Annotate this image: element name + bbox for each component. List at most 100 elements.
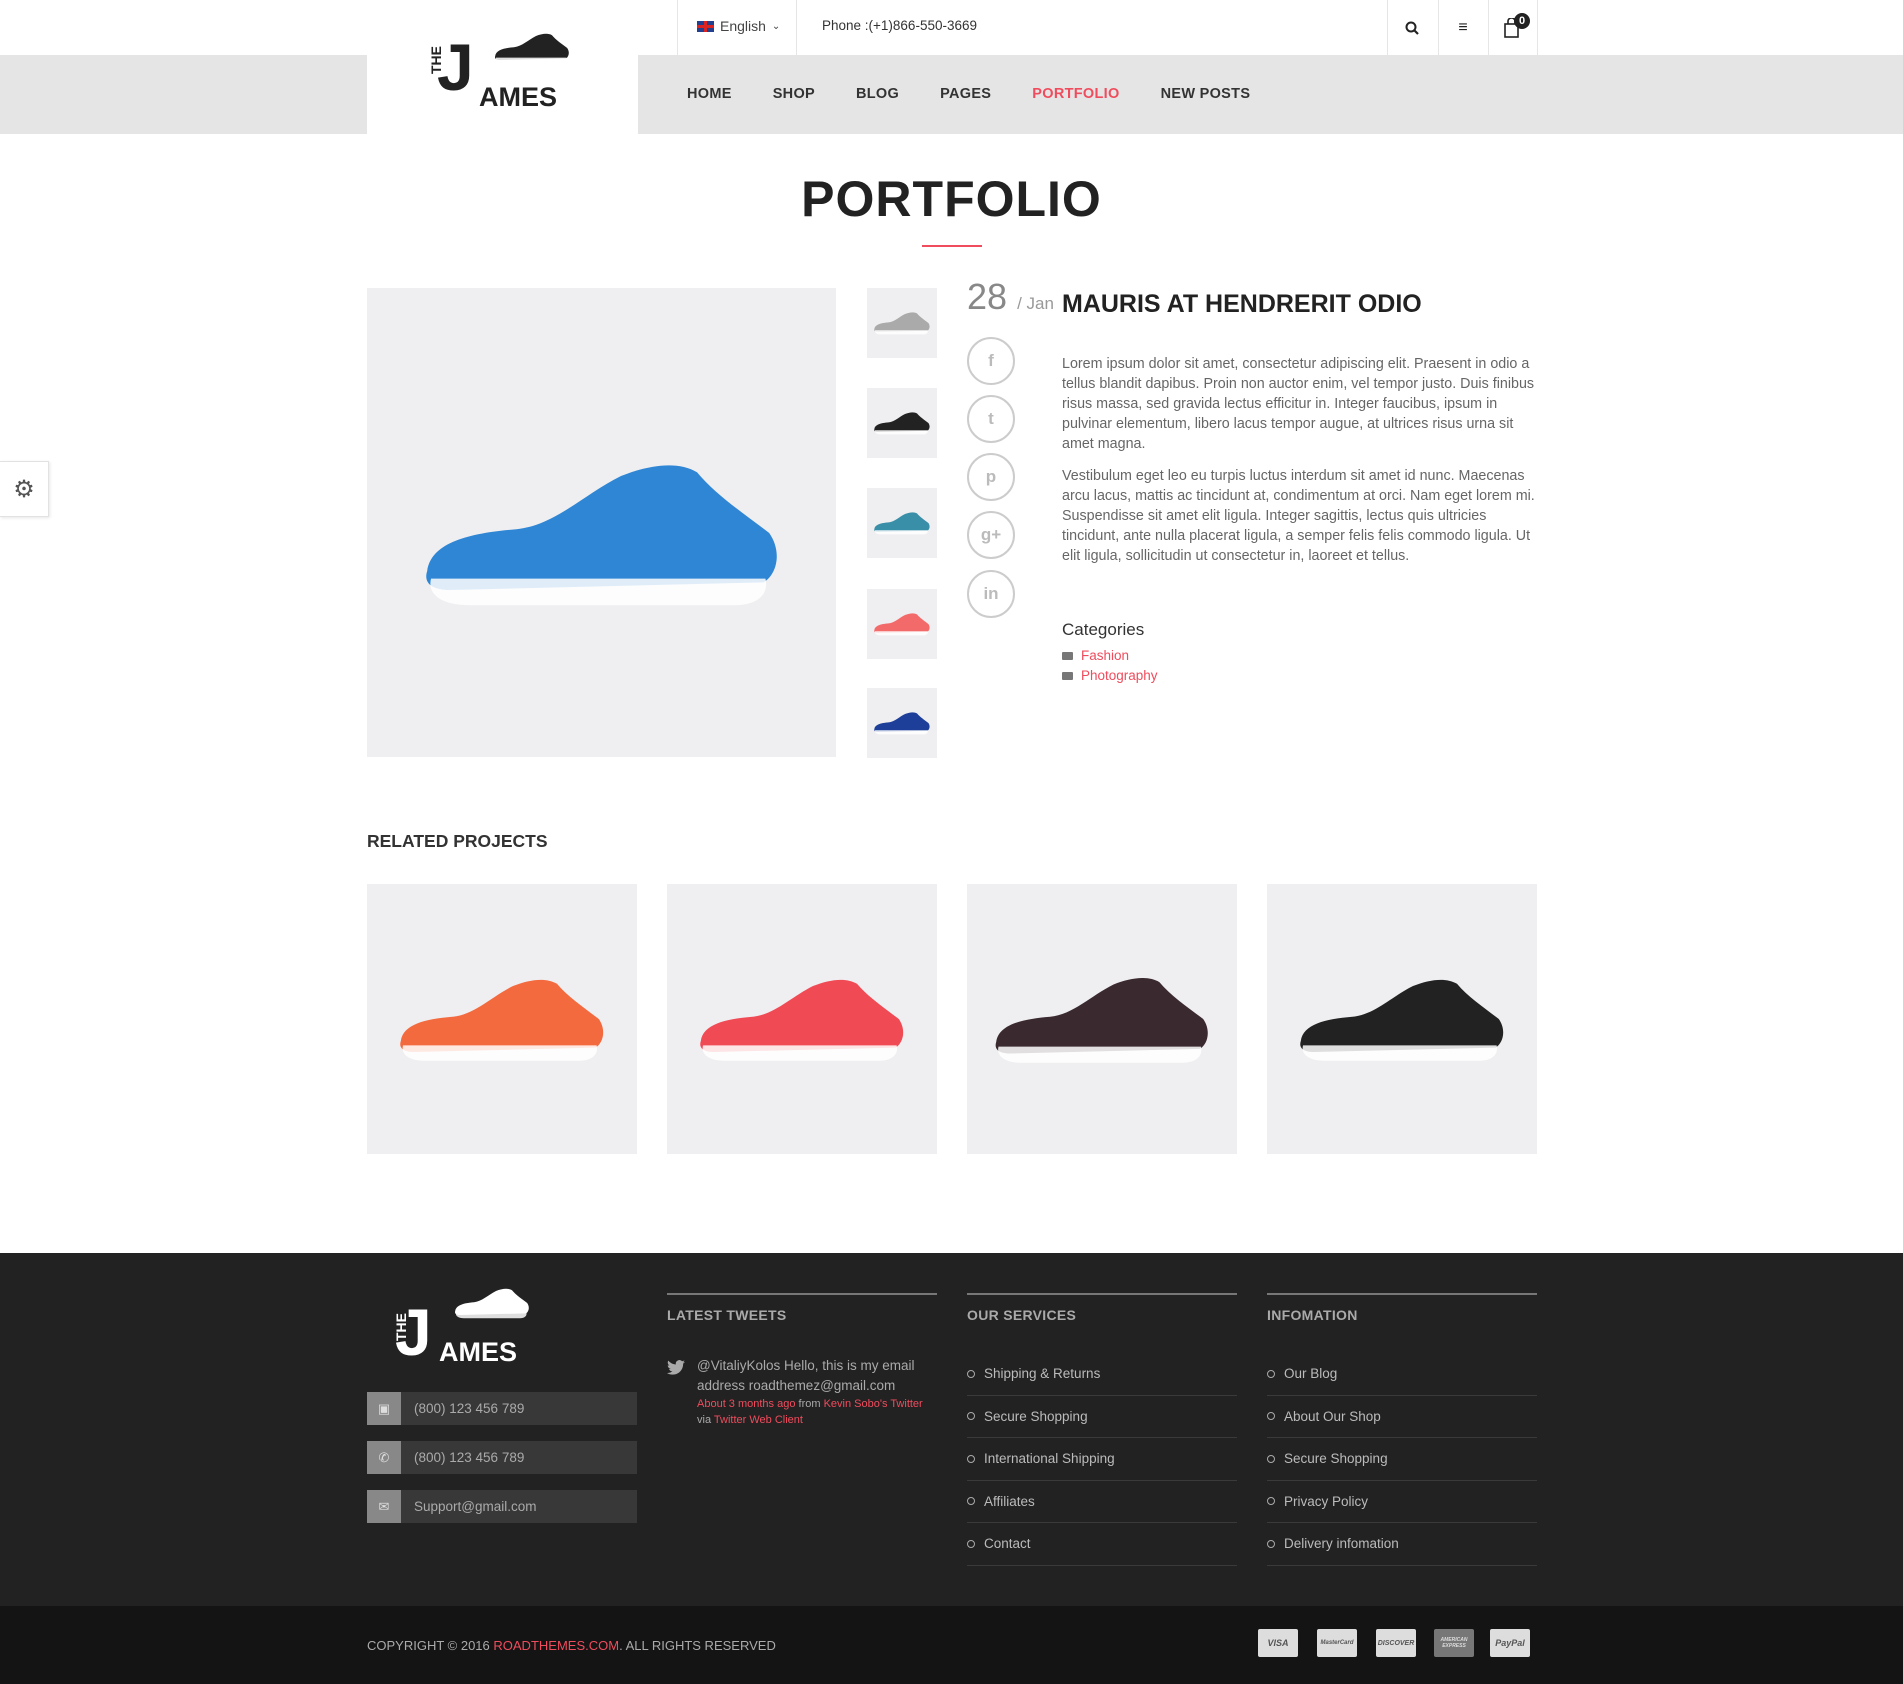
footer-link[interactable]: Privacy Policy [1267,1481,1537,1523]
shoe-image [1287,964,1517,1074]
visa-icon: VISA [1258,1629,1298,1657]
post-day: 28 [967,276,1008,317]
link-label: About Our Shop [1284,1408,1381,1424]
circle-bullet-icon [967,1497,975,1506]
twitter-icon [667,1360,685,1380]
search-icon[interactable] [1400,16,1424,40]
tweet-time-link[interactable]: About 3 months ago [697,1398,795,1410]
linkedin-share-icon[interactable]: in [967,570,1015,618]
contact-phone-1: ▣ (800) 123 456 789 [367,1392,637,1425]
envelope-icon: ✉ [367,1490,401,1523]
american-express-icon: AMERICAN EXPRESS [1434,1629,1474,1657]
thumbnail-3[interactable] [867,488,937,558]
cart-icon[interactable]: 0 [1500,13,1530,40]
footer-link[interactable]: Secure Shopping [967,1396,1237,1438]
related-project-4[interactable] [1267,884,1537,1154]
tweet-handle[interactable]: @VitaliyKolos [697,1358,780,1373]
circle-bullet-icon [1267,1454,1275,1463]
logo-ames: AMES [479,82,558,112]
facebook-share-icon[interactable]: f [967,337,1015,385]
logo-ames: AMES [439,1337,518,1367]
folder-icon [1062,651,1073,660]
link-label: International Shipping [984,1451,1115,1467]
footer-link[interactable]: Shipping & Returns [967,1353,1237,1396]
related-project-1[interactable] [367,884,637,1154]
shoe-image [387,964,617,1074]
category-fashion[interactable]: Fashion [1062,648,1129,663]
our-services-heading: OUR SERVICES [967,1307,1077,1323]
logo[interactable]: THE J AMES [367,0,638,134]
thumbnail-4[interactable] [867,589,937,659]
circle-bullet-icon [967,1454,975,1463]
twitter-share-icon[interactable]: t [967,395,1015,443]
post-month: / Jan [1017,294,1054,313]
post-description: Lorem ipsum dolor sit amet, consectetur … [1062,354,1539,578]
logo-j: J [437,30,474,104]
language-select[interactable]: English ⌄ [697,18,780,34]
circle-bullet-icon [967,1369,975,1378]
nav-shop[interactable]: SHOP [773,86,815,102]
circle-bullet-icon [1267,1497,1275,1506]
footer [0,1253,1903,1606]
thumbnail-5[interactable] [867,688,937,758]
tweet: @VitaliyKolos Hello, this is my email ad… [697,1356,937,1428]
category-label: Photography [1081,668,1158,683]
post-paragraph: Lorem ipsum dolor sit amet, consectetur … [1062,356,1535,452]
nav-home[interactable]: HOME [687,86,732,102]
footer-link[interactable]: International Shipping [967,1438,1237,1481]
link-label: Privacy Policy [1284,1493,1369,1509]
link-label: Affiliates [984,1493,1035,1509]
footer-logo[interactable]: THE J AMES [367,1275,547,1369]
circle-bullet-icon [967,1412,975,1421]
post-date: 28 / Jan [967,276,1054,318]
footer-link[interactable]: Contact [967,1523,1237,1566]
link-label: Our Blog [1284,1366,1338,1382]
thumbnail-1[interactable] [867,288,937,358]
menu-icon[interactable]: ≡ [1451,16,1475,40]
tweet-client-link[interactable]: Twitter Web Client [714,1414,803,1426]
related-projects-heading: RELATED PROJECTS [367,831,548,851]
tweet-from: from [795,1398,824,1410]
footer-link[interactable]: Our Blog [1267,1353,1537,1396]
footer-link[interactable]: Secure Shopping [1267,1438,1537,1481]
category-label: Fashion [1081,648,1130,663]
shoe-image [987,954,1217,1084]
mastercard-icon: MasterCard [1317,1629,1357,1657]
tweet-source-link[interactable]: Kevin Sobo's Twitter [824,1398,923,1410]
footer-link[interactable]: About Our Shop [1267,1396,1537,1438]
contact-text: Support@gmail.com [414,1499,537,1514]
information-column: INFOMATION Our Blog About Our Shop Secur… [1267,1293,1537,1566]
settings-gear-button[interactable]: ⚙ [0,461,49,517]
circle-bullet-icon [967,1539,975,1548]
link-label: Contact [984,1536,1031,1552]
nav-blog[interactable]: BLOG [856,86,899,102]
contact-text: (800) 123 456 789 [414,1401,525,1416]
discover-icon: DISCOVER [1376,1629,1416,1657]
logo-shoe-icon [492,22,572,74]
footer-link[interactable]: Affiliates [967,1481,1237,1523]
related-project-3[interactable] [967,884,1237,1154]
nav-new-posts[interactable]: NEW POSTS [1161,86,1251,102]
categories-heading: Categories [1062,620,1145,639]
uk-flag-icon [697,20,714,32]
category-photography[interactable]: Photography [1062,668,1158,683]
header-phone: Phone :(+1)866-550-3669 [822,18,977,33]
footer-link[interactable]: Delivery infomation [1267,1523,1537,1566]
google-plus-share-icon[interactable]: g+ [967,511,1015,559]
fax-icon: ▣ [367,1392,401,1425]
related-project-2[interactable] [667,884,937,1154]
shoe-image [687,964,917,1074]
nav-pages[interactable]: PAGES [940,86,991,102]
circle-bullet-icon [1267,1539,1275,1548]
post-title: MAURIS AT HENDRERIT ODIO [1062,290,1422,318]
thumbnail-2[interactable] [867,388,937,458]
copyright: COPYRIGHT © 2016 ROADTHEMES.COM. ALL RIG… [367,1638,776,1653]
roadthemes-link[interactable]: ROADTHEMES.COM [493,1638,619,1653]
logo-j: J [395,1295,432,1369]
folder-icon [1062,671,1073,680]
circle-bullet-icon [1267,1369,1275,1378]
contact-email: ✉ Support@gmail.com [367,1490,637,1523]
pinterest-share-icon[interactable]: p [967,453,1015,501]
nav-portfolio[interactable]: PORTFOLIO [1032,86,1119,102]
page-title: PORTFOLIO [801,171,1102,227]
